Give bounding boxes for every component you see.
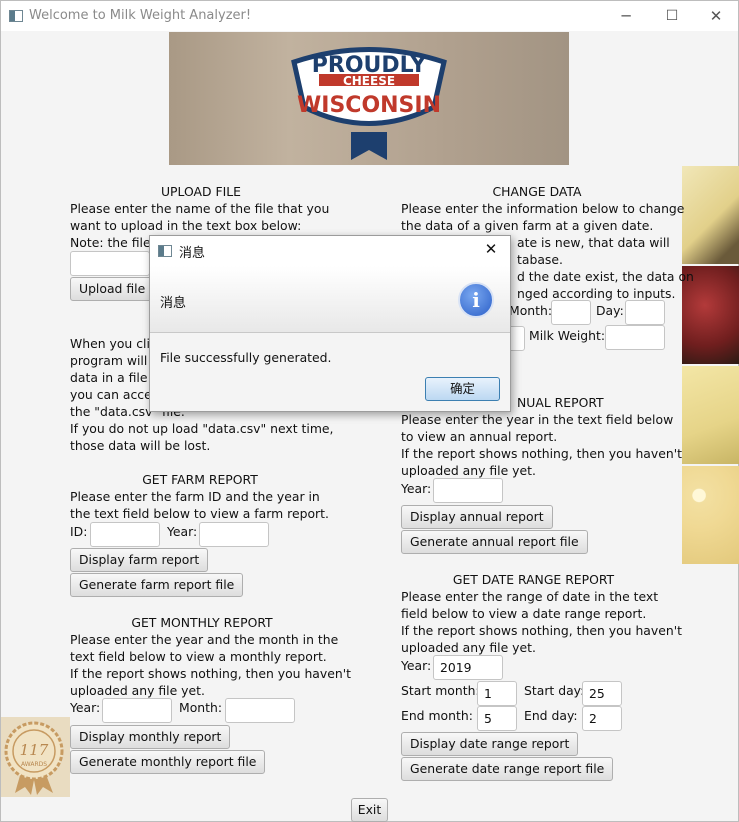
annual-year-input[interactable] xyxy=(433,478,503,503)
window-title: Welcome to Milk Weight Analyzer! xyxy=(29,8,252,23)
start-month-label: Start month: xyxy=(401,683,480,698)
change-text-line: ate is new, that data will xyxy=(517,235,670,250)
cheese-photo-3 xyxy=(682,366,739,464)
monthly-text-line: uploaded any file yet. xyxy=(70,683,205,698)
logo-text-cheese: CHEESE xyxy=(343,74,395,88)
change-milk-weight-input[interactable] xyxy=(605,325,665,350)
logo-text-wisconsin: WISCONSIN xyxy=(297,93,441,118)
upload-info-line: If you do not up load "data.csv" next ti… xyxy=(70,421,334,436)
daterange-text-line: field below to view a date range report. xyxy=(401,606,647,621)
daterange-text-line: uploaded any file yet. xyxy=(401,640,536,655)
monthly-month-input[interactable] xyxy=(225,698,295,723)
dialog-message: File successfully generated. xyxy=(160,350,332,365)
farm-text-line: the text field below to view a farm repo… xyxy=(70,506,329,521)
change-text-line: tabase. xyxy=(517,252,563,267)
daterange-text-line: If the report shows nothing, then you ha… xyxy=(401,623,682,638)
annual-text-line: If the report shows nothing, then you ha… xyxy=(401,446,682,461)
cheese-photo-4 xyxy=(682,466,739,564)
start-month-input[interactable]: 1 xyxy=(477,681,517,706)
upload-text-line: Please enter the name of the file that y… xyxy=(70,201,330,216)
main-window: Welcome to Milk Weight Analyzer! ─ ☐ ✕ P… xyxy=(0,0,739,822)
message-dialog: 消息 ✕ 消息 i File successfully generated. 确… xyxy=(149,235,511,412)
start-day-label: Start day: xyxy=(524,683,585,698)
end-month-label: End month: xyxy=(401,708,473,723)
start-day-input[interactable]: 25 xyxy=(582,681,622,706)
monthly-year-label: Year: xyxy=(70,700,101,715)
wisconsin-cheese-logo: PROUDLY CHEESE WISCONSIN xyxy=(169,32,569,165)
annual-year-label: Year: xyxy=(401,481,432,496)
daterange-heading: GET DATE RANGE REPORT xyxy=(452,572,615,587)
change-milk-weight-label: Milk Weight: xyxy=(529,328,606,343)
generate-date-range-report-button[interactable]: Generate date range report file xyxy=(401,757,614,781)
monthly-year-input[interactable] xyxy=(102,698,172,723)
change-heading: CHANGE DATA xyxy=(492,184,582,199)
generate-annual-report-button[interactable]: Generate annual report file xyxy=(401,530,588,554)
monthly-text-line: If the report shows nothing, then you ha… xyxy=(70,666,351,681)
change-text-line: Please enter the information below to ch… xyxy=(401,201,685,216)
award-number: 117 xyxy=(20,741,49,759)
upload-text-line: Note: the file xyxy=(70,235,151,250)
annual-text-line: to view an annual report. xyxy=(401,429,558,444)
daterange-year-input[interactable]: 2019 xyxy=(433,655,503,680)
annual-heading: NUAL REPORT xyxy=(517,395,604,410)
daterange-text-line: Please enter the range of date in the te… xyxy=(401,589,659,604)
app-icon xyxy=(9,10,23,22)
daterange-year-label: Year: xyxy=(401,658,432,673)
award-badge: 117 AWARDS xyxy=(1,717,70,797)
title-bar: Welcome to Milk Weight Analyzer! ─ ☐ ✕ xyxy=(1,1,738,31)
dialog-header-text: 消息 xyxy=(160,296,187,311)
farm-id-input[interactable] xyxy=(90,522,160,547)
dialog-ok-button[interactable]: 确定 xyxy=(425,377,500,401)
upload-file-button[interactable]: Upload file xyxy=(70,277,155,301)
display-annual-report-button[interactable]: Display annual report xyxy=(401,505,553,529)
farm-text-line: Please enter the farm ID and the year in xyxy=(70,489,320,504)
change-day-label: Day: xyxy=(596,303,624,318)
change-month-label: Month: xyxy=(509,303,553,318)
generate-farm-report-button[interactable]: Generate farm report file xyxy=(70,573,244,597)
exit-button[interactable]: Exit xyxy=(351,798,388,822)
dialog-title-bar: 消息 ✕ xyxy=(150,236,510,266)
annual-text-line: Please enter the year in the text field … xyxy=(401,412,674,427)
dialog-header: 消息 i xyxy=(150,266,510,333)
upload-heading: UPLOAD FILE xyxy=(160,184,241,199)
upload-info-line: those data will be lost. xyxy=(70,438,211,453)
change-month-input[interactable] xyxy=(551,300,591,325)
end-month-input[interactable]: 5 xyxy=(477,706,517,731)
close-button[interactable]: ✕ xyxy=(693,1,739,31)
display-date-range-report-button[interactable]: Display date range report xyxy=(401,732,579,756)
change-text-line: d the date exist, the data on xyxy=(517,269,694,284)
display-farm-report-button[interactable]: Display farm report xyxy=(70,548,209,572)
monthly-heading: GET MONTHLY REPORT xyxy=(131,615,273,630)
farm-id-label: ID: xyxy=(70,524,88,539)
farm-heading: GET FARM REPORT xyxy=(142,472,258,487)
farm-year-label: Year: xyxy=(167,524,198,539)
end-day-input[interactable]: 2 xyxy=(582,706,622,731)
display-monthly-report-button[interactable]: Display monthly report xyxy=(70,725,231,749)
dialog-close-icon[interactable]: ✕ xyxy=(480,240,502,258)
upload-info-line: you can acces xyxy=(70,387,159,402)
upload-text-line: want to upload in the text box below: xyxy=(70,218,302,233)
monthly-month-label: Month: xyxy=(179,700,223,715)
upload-filename-input[interactable] xyxy=(70,251,150,276)
info-icon: i xyxy=(458,282,494,318)
upload-info-line: data in a file n xyxy=(70,370,160,385)
annual-text-line: uploaded any file yet. xyxy=(401,463,536,478)
monthly-text-line: text field below to view a monthly repor… xyxy=(70,649,327,664)
change-text-line: the data of a given farm at a given date… xyxy=(401,218,654,233)
upload-info-line: When you cli xyxy=(70,336,150,351)
end-day-label: End day: xyxy=(524,708,578,723)
award-text: AWARDS xyxy=(21,761,47,768)
generate-monthly-report-button[interactable]: Generate monthly report file xyxy=(70,750,266,774)
minimize-button[interactable]: ─ xyxy=(603,1,649,31)
maximize-button[interactable]: ☐ xyxy=(649,1,695,31)
dialog-title: 消息 xyxy=(179,246,206,261)
change-day-input[interactable] xyxy=(625,300,665,325)
farm-year-input[interactable] xyxy=(199,522,269,547)
upload-info-line: program will a xyxy=(70,353,159,368)
cheese-photo-1 xyxy=(682,166,739,264)
monthly-text-line: Please enter the year and the month in t… xyxy=(70,632,339,647)
dialog-app-icon xyxy=(158,245,172,257)
